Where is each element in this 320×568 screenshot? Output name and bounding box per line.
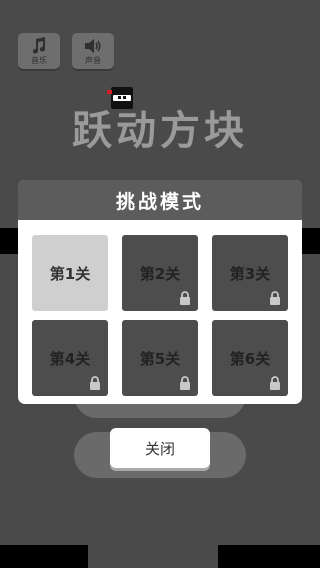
level-3-button[interactable]: 第3关	[212, 235, 288, 311]
level-label: 第5关	[139, 349, 181, 368]
speaker-icon	[85, 39, 101, 53]
lock-icon	[90, 376, 100, 390]
lock-icon	[180, 291, 190, 305]
platform-strip-right	[302, 228, 320, 254]
level-4-button[interactable]: 第4关	[32, 320, 108, 396]
music-toggle-button[interactable]: 音乐	[18, 33, 60, 69]
level-5-button[interactable]: 第5关	[122, 320, 198, 396]
level-label: 第4关	[49, 349, 91, 368]
sound-toggle-button[interactable]: 声音	[72, 33, 114, 69]
level-1-button[interactable]: 第1关	[32, 235, 108, 311]
level-label: 第3关	[229, 264, 271, 283]
level-label: 第6关	[229, 349, 271, 368]
lock-icon	[270, 291, 280, 305]
music-label: 音乐	[31, 56, 47, 65]
level-6-button[interactable]: 第6关	[212, 320, 288, 396]
level-label: 第1关	[49, 264, 91, 283]
dialog-title: 挑战模式	[18, 180, 302, 220]
game-screen: 音乐 声音 跃动方块 关闭 挑战模式 第1关 第2关 第3关 第4关 第5关 第…	[0, 0, 320, 568]
ninja-character-icon	[107, 87, 133, 109]
ground-block-left	[0, 545, 88, 568]
ground-block-right	[218, 545, 320, 568]
close-button[interactable]: 关闭	[110, 428, 210, 468]
lock-icon	[180, 376, 190, 390]
music-note-icon	[32, 37, 46, 54]
challenge-mode-dialog: 挑战模式 第1关 第2关 第3关 第4关 第5关 第6关	[18, 180, 302, 404]
sound-label: 声音	[85, 56, 101, 65]
level-label: 第2关	[139, 264, 181, 283]
level-2-button[interactable]: 第2关	[122, 235, 198, 311]
lock-icon	[270, 376, 280, 390]
platform-strip-left	[0, 228, 20, 254]
game-title: 跃动方块	[72, 108, 248, 154]
